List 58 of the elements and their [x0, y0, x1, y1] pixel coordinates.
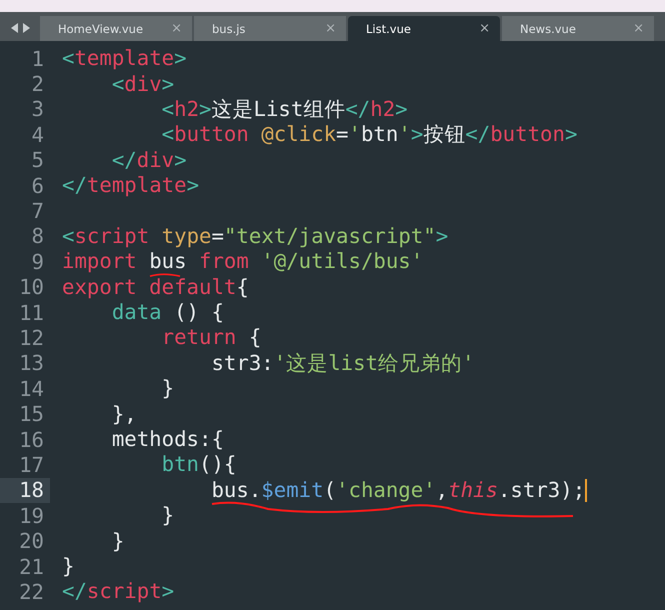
close-icon[interactable]: × [633, 21, 644, 36]
code-line: bus.$emit('change',this.str3); [210, 480, 588, 501]
code-line: } [110, 530, 124, 552]
line-number: 2 [30, 71, 45, 97]
line-number: 11 [18, 300, 45, 326]
line-number: 5 [30, 148, 45, 173]
code-line: <h2>这是List组件</h2> [160, 98, 408, 120]
code-line: return { [160, 327, 262, 348]
line-number: 9 [30, 249, 45, 275]
forward-arrow-icon[interactable] [22, 22, 30, 32]
code-line: import bus from '@/utils/bus' [62, 251, 424, 272]
line-number: 4 [30, 122, 45, 148]
back-arrow-icon[interactable] [10, 22, 18, 32]
line-number: 22 [18, 579, 45, 605]
code-line: str3:'这是list给兄弟的' [210, 352, 474, 374]
code-line: } [62, 556, 74, 577]
line-number: 17 [18, 452, 45, 478]
code-line: methods:{ [110, 429, 224, 450]
line-number: 10 [18, 274, 45, 300]
close-icon[interactable]: × [171, 21, 182, 36]
line-number: 6 [30, 172, 45, 198]
text-cursor [585, 478, 588, 502]
file-tab[interactable]: HomeView.vue × [40, 16, 192, 41]
code-line: <div> [110, 74, 174, 95]
close-icon[interactable]: × [325, 21, 336, 36]
line-number: 18 [0, 478, 50, 504]
line-number: 15 [18, 401, 45, 427]
code-line: </script> [62, 581, 174, 602]
tab-label: bus.js [212, 22, 246, 36]
line-number: 12 [18, 325, 45, 351]
tab-label: List.vue [366, 22, 411, 36]
code-line: <template> [62, 48, 187, 70]
file-tab[interactable]: List.vue × [348, 16, 500, 41]
code-line: data () { [110, 302, 224, 324]
line-number: 7 [30, 198, 45, 224]
code-line: </div> [110, 150, 187, 171]
line-number: 1 [30, 46, 45, 72]
line-number: 20 [18, 528, 45, 554]
code-line: <script type="text/javascript"> [62, 226, 448, 247]
file-tab[interactable]: News.vue × [502, 16, 654, 41]
code-line: }, [110, 404, 137, 425]
line-number: 19 [18, 503, 45, 528]
code-line: } [160, 505, 174, 526]
code-line: export default{ [62, 276, 249, 298]
line-number: 13 [18, 350, 45, 376]
tab-label: News.vue [520, 22, 576, 36]
line-number: 14 [18, 376, 45, 402]
line-number: 16 [18, 426, 45, 452]
line-number: 8 [30, 224, 45, 250]
code-line: btn(){ [160, 454, 236, 476]
code-line: </template> [62, 175, 200, 196]
code-line: <button @click='btn'>按钮</button> [160, 124, 578, 146]
file-tab[interactable]: bus.js × [194, 16, 346, 41]
line-number: 21 [18, 554, 45, 580]
close-icon[interactable]: × [479, 21, 490, 36]
tab-label: HomeView.vue [58, 22, 144, 36]
code-line: } [160, 378, 174, 400]
line-number: 3 [30, 96, 45, 122]
